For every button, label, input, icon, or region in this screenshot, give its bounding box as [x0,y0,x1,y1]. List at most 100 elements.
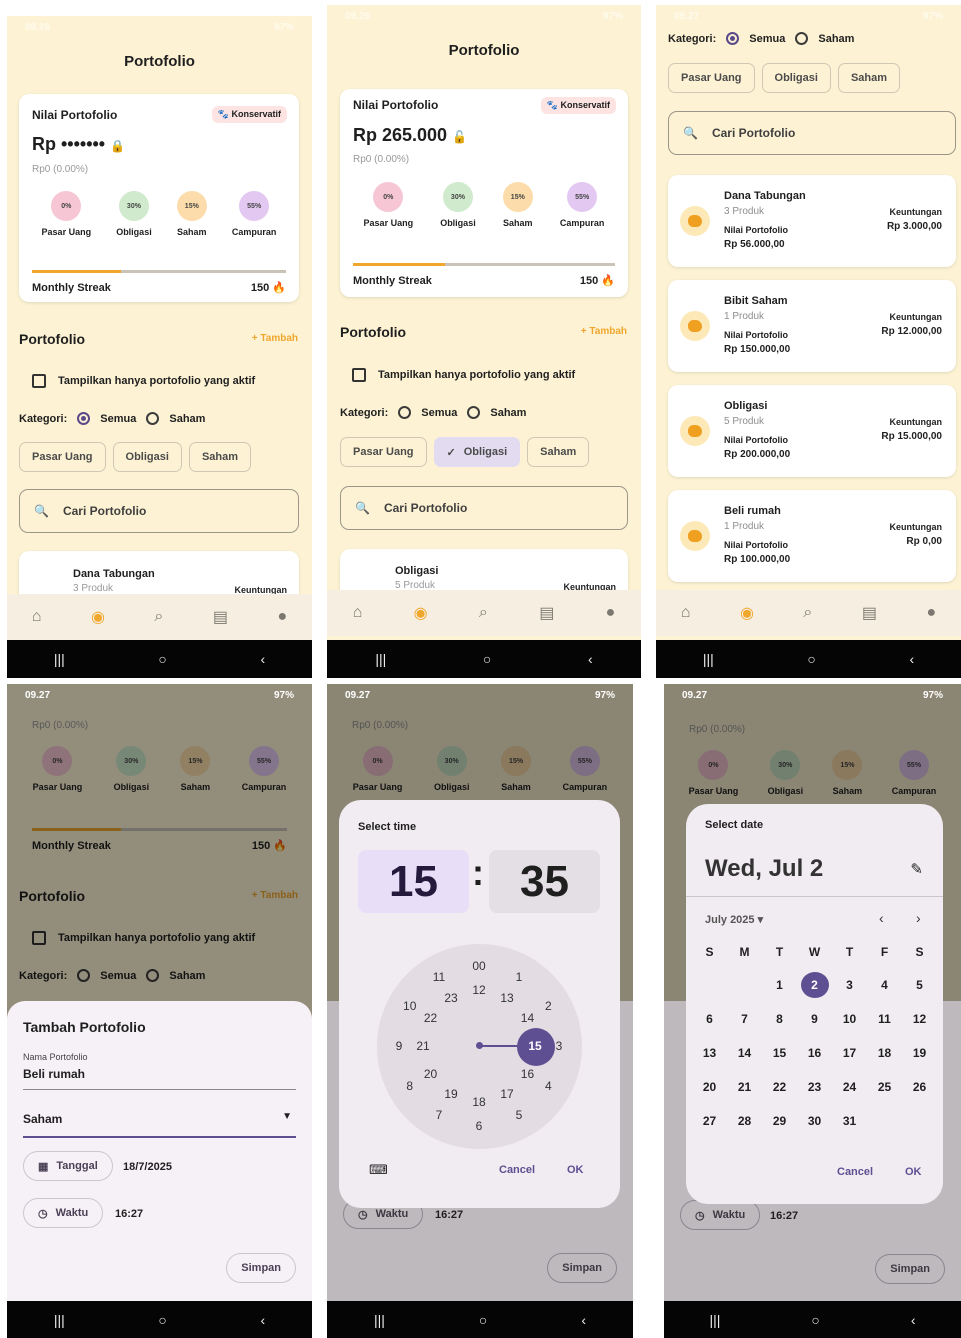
calendar-day[interactable]: 10 [832,1006,867,1032]
clock-number[interactable]: 11 [433,970,445,984]
radio-saham[interactable] [146,412,160,425]
calendar-day[interactable]: 21 [727,1074,762,1100]
home-sys-icon[interactable]: ○ [158,651,166,667]
calendar-day[interactable]: 25 [867,1074,902,1100]
portfolio-card[interactable]: Obligasi 5 Produk Nilai Portofolio Rp 20… [668,385,956,477]
calendar-day[interactable]: 7 [727,1006,762,1032]
edit-pencil-icon[interactable]: ✎ [910,860,923,878]
portfolio-value[interactable]: Rp ••••••• 🔒 [32,134,125,155]
cancel-button[interactable]: Cancel [499,1164,535,1176]
home-sys-icon[interactable]: ○ [479,1312,487,1328]
calendar-day[interactable]: 13 [692,1040,727,1066]
calendar-day[interactable]: 30 [797,1108,832,1134]
chip-pasar-uang[interactable]: Pasar Uang [668,63,755,93]
home-icon[interactable]: ⌂ [32,608,42,626]
add-portfolio-link[interactable]: + Tambah [252,333,298,344]
chip-obligasi[interactable]: Obligasi [761,63,831,93]
portfolio-icon[interactable]: ◉ [91,607,105,627]
radio-semua[interactable] [77,412,91,425]
search-input[interactable]: 🔍 Cari Portofolio [340,486,628,530]
back-icon[interactable]: ‹ [260,651,265,667]
profile-icon[interactable]: ● [927,604,937,622]
calendar-day[interactable]: 23 [797,1074,832,1100]
back-icon[interactable]: ‹ [581,1312,586,1328]
add-portfolio-link[interactable]: + Tambah [581,326,627,337]
calendar-day[interactable]: 12 [902,1006,937,1032]
calendar-day[interactable]: 27 [692,1108,727,1134]
time-button[interactable]: ◷ Waktu [23,1198,104,1228]
name-field[interactable]: Beli rumah [23,1067,85,1081]
prev-month-icon[interactable]: ‹ [879,910,884,926]
save-button[interactable]: Simpan [226,1253,296,1283]
clock-number[interactable]: 4 [545,1079,552,1093]
calendar-day[interactable]: 3 [832,972,867,998]
clock-number[interactable]: 9 [396,1039,403,1053]
date-button[interactable]: ▦ Tanggal [23,1151,113,1181]
recents-icon[interactable]: ||| [374,1312,385,1328]
portfolio-card[interactable]: Dana Tabungan 3 Produk Nilai Portofolio … [668,175,956,267]
profile-icon[interactable]: ● [278,608,288,626]
clock-number[interactable]: 17 [500,1087,513,1101]
active-filter-checkbox[interactable]: Tampilkan hanya portofolio yang aktif [32,374,255,388]
ok-button[interactable]: OK [567,1164,584,1176]
home-sys-icon[interactable]: ○ [807,651,815,667]
recents-icon[interactable]: ||| [709,1312,720,1328]
cancel-button[interactable]: Cancel [837,1166,873,1178]
clock-number[interactable]: 6 [476,1119,483,1133]
recents-icon[interactable]: ||| [54,1312,65,1328]
clock-number[interactable]: 22 [424,1011,437,1025]
calendar-day[interactable]: 16 [797,1040,832,1066]
clock-number[interactable]: 21 [416,1039,429,1053]
clock-number[interactable]: 16 [521,1067,534,1081]
calendar-day[interactable]: 29 [762,1108,797,1134]
next-month-icon[interactable]: › [916,910,921,926]
calendar-day[interactable]: 20 [692,1074,727,1100]
chip-pasar-uang[interactable]: Pasar Uang [19,442,106,472]
chip-obligasi[interactable]: Obligasi [112,442,182,472]
hour-field[interactable]: 15 [358,850,469,913]
calendar-day[interactable]: 9 [797,1006,832,1032]
ok-button[interactable]: OK [905,1166,922,1178]
back-icon[interactable]: ‹ [588,651,593,667]
portfolio-value[interactable]: Rp 265.000 🔓 [353,125,467,146]
home-icon[interactable]: ⌂ [353,604,363,622]
active-filter-checkbox[interactable]: Tampilkan hanya portofolio yang aktif [352,368,575,382]
calendar-day[interactable]: 5 [902,972,937,998]
calendar-day[interactable]: 14 [727,1040,762,1066]
search-input[interactable]: 🔍 Cari Portofolio [19,489,299,533]
clock-face[interactable]: 00 1 2 3 4 5 6 7 8 9 10 11 12 13 14 15 16 17 18 19 20 21 22 23 [377,944,582,1149]
calendar-day[interactable]: 1 [762,972,797,998]
clock-number[interactable]: 20 [424,1067,437,1081]
calendar-day[interactable]: 2 [797,972,832,998]
document-icon[interactable]: ▤ [862,603,877,623]
back-icon[interactable]: ‹ [911,1312,916,1328]
category-select[interactable]: Saham [23,1112,62,1126]
dropdown-arrow-icon[interactable]: ▼ [282,1111,292,1122]
calendar-day[interactable]: 4 [867,972,902,998]
clock-number[interactable]: 12 [472,983,485,997]
recents-icon[interactable]: ||| [375,651,386,667]
clock-number[interactable]: 19 [444,1087,457,1101]
search-nav-icon[interactable]: ⌕ [479,604,488,622]
portfolio-card[interactable]: Beli rumah 1 Produk Nilai Portofolio Rp … [668,490,956,582]
chip-saham[interactable]: Saham [837,63,901,93]
chip-saham[interactable]: Saham [527,437,590,467]
back-icon[interactable]: ‹ [260,1312,265,1328]
calendar-day[interactable]: 17 [832,1040,867,1066]
selected-day[interactable]: 2 [800,972,829,998]
chip-obligasi[interactable]: ✓ Obligasi [433,437,521,467]
clock-number[interactable]: 14 [521,1011,534,1025]
radio-semua[interactable] [398,406,412,419]
calendar-day[interactable]: 19 [902,1040,937,1066]
clock-number[interactable]: 8 [406,1079,413,1093]
clock-number[interactable]: 1 [516,970,523,984]
calendar-day[interactable]: 6 [692,1006,727,1032]
calendar-day[interactable]: 18 [867,1040,902,1066]
portfolio-icon[interactable]: ◉ [414,603,428,623]
portfolio-card[interactable]: Bibit Saham 1 Produk Nilai Portofolio Rp… [668,280,956,372]
clock-number[interactable]: 00 [472,959,485,973]
radio-semua[interactable] [726,32,740,45]
minute-field[interactable]: 35 [489,850,600,913]
home-icon[interactable]: ⌂ [681,604,691,622]
home-sys-icon[interactable]: ○ [811,1312,819,1328]
